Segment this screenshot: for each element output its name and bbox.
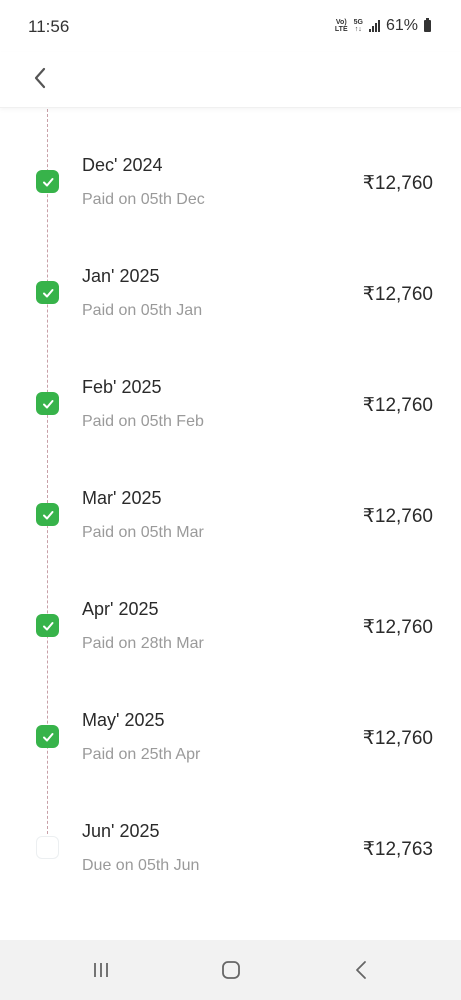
payment-row-jun-2025[interactable]: Jun' 2025 Due on 05th Jun ₹12,763: [0, 815, 461, 915]
payment-amount: ₹12,760: [362, 728, 433, 749]
status-bar: 11:56 Vo) LTE 5G ↑↓ 61%: [0, 0, 461, 52]
payment-amount: ₹12,760: [362, 506, 433, 527]
battery-percent: 61%: [385, 17, 418, 34]
paid-check-icon: [36, 281, 59, 304]
payment-amount: ₹12,760: [362, 173, 433, 194]
back-button[interactable]: [24, 62, 56, 94]
payment-month: May' 2025: [82, 710, 165, 730]
paid-check-icon: [36, 614, 59, 637]
payment-row-feb-2025[interactable]: Feb' 2025 Paid on 05th Feb ₹12,760: [0, 371, 461, 471]
volte-icon: Vo) LTE: [334, 19, 348, 33]
paid-check-icon: [36, 170, 59, 193]
back-arrow-icon: [34, 67, 46, 89]
payment-amount: ₹12,760: [362, 395, 433, 416]
status-icons: Vo) LTE 5G ↑↓ 61%: [335, 17, 431, 35]
payment-timeline: Dec' 2024 Paid on 05th Dec ₹12,760 Jan' …: [0, 109, 461, 939]
payment-status-text: Paid on 05th Feb: [82, 413, 204, 430]
payment-status-text: Paid on 25th Apr: [82, 746, 201, 763]
home-icon: [222, 961, 240, 979]
payment-row-apr-2025[interactable]: Apr' 2025 Paid on 28th Mar ₹12,760: [0, 593, 461, 693]
payment-month: Apr' 2025: [82, 599, 159, 619]
payment-month: Mar' 2025: [82, 488, 162, 508]
status-time: 11:56: [28, 17, 70, 36]
payment-amount: ₹12,760: [362, 617, 433, 638]
system-back-button[interactable]: [346, 958, 376, 982]
app-bar: [0, 52, 461, 108]
payment-status-text: Due on 05th Jun: [82, 857, 200, 874]
payment-row-mar-2025[interactable]: Mar' 2025 Paid on 05th Mar ₹12,760: [0, 482, 461, 582]
payment-month: Jan' 2025: [82, 266, 160, 286]
home-button[interactable]: [216, 958, 246, 982]
recent-apps-icon: [94, 963, 108, 977]
payment-status-text: Paid on 05th Dec: [82, 191, 205, 208]
payment-month: Jun' 2025: [82, 821, 160, 841]
paid-check-icon: [36, 725, 59, 748]
payment-status-text: Paid on 05th Jan: [82, 302, 203, 319]
payment-month: Dec' 2024: [82, 155, 163, 175]
recent-apps-button[interactable]: [86, 958, 116, 982]
paid-check-icon: [36, 392, 59, 415]
payment-status-text: Paid on 28th Mar: [82, 635, 204, 652]
payment-row-jan-2025[interactable]: Jan' 2025 Paid on 05th Jan ₹12,760: [0, 260, 461, 360]
battery-icon: [424, 18, 431, 32]
payment-month: Feb' 2025: [82, 377, 162, 397]
payment-status-text: Paid on 05th Mar: [82, 524, 204, 541]
payment-amount: ₹12,760: [362, 284, 433, 305]
pending-status-icon: [36, 836, 59, 859]
signal-icon: [368, 20, 380, 32]
paid-check-icon: [36, 503, 59, 526]
system-back-icon: [356, 961, 366, 979]
payment-row-dec-2024[interactable]: Dec' 2024 Paid on 05th Dec ₹12,760: [0, 149, 461, 249]
payment-amount: ₹12,763: [362, 839, 433, 860]
payment-row-may-2025[interactable]: May' 2025 Paid on 25th Apr ₹12,760: [0, 704, 461, 804]
system-navigation-bar: [0, 940, 461, 1000]
5g-icon: 5G ↑↓: [353, 19, 363, 33]
